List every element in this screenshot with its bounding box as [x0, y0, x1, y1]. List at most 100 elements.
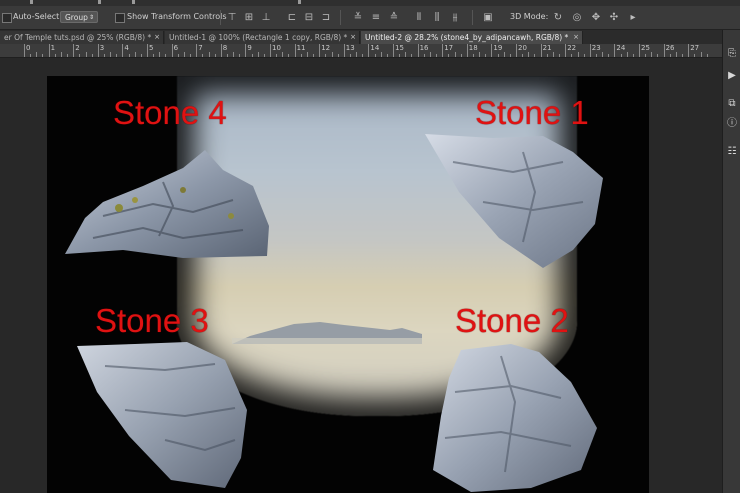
- 3d-mode-label: 3D Mode:: [510, 12, 549, 21]
- ruler-mark: [282, 52, 284, 57]
- stone-3-label: Stone 3: [95, 302, 209, 339]
- ruler-mark: [620, 54, 622, 57]
- ruler-mark: [436, 54, 438, 57]
- ruler-mark: [103, 54, 105, 57]
- stone-2-image[interactable]: [431, 342, 599, 492]
- align-left-icon[interactable]: ⊏: [286, 12, 298, 23]
- ruler-mark: [306, 52, 308, 57]
- ruler-mark: [196, 44, 198, 57]
- distribute-horizontal-center-icon[interactable]: ⫼: [431, 12, 443, 23]
- ruler-mark: [589, 44, 591, 57]
- options-bar: Auto-Select: Group ⇕ Show Transform Cont…: [0, 6, 740, 30]
- ruler-mark: [190, 54, 192, 57]
- ruler-mark: [122, 44, 124, 57]
- close-icon[interactable]: ×: [573, 31, 579, 44]
- ruler-tick-label: 16: [419, 44, 429, 52]
- ruler-mark: [682, 54, 684, 57]
- info-icon[interactable]: ⓘ: [726, 118, 738, 130]
- ruler-mark: [583, 54, 585, 57]
- tab-document[interactable]: Untitled-1 @ 100% (Rectangle 1 copy, RGB…: [165, 31, 360, 44]
- close-icon[interactable]: ×: [350, 31, 356, 44]
- ruler-mark: [448, 54, 450, 57]
- ruler-mark: [220, 44, 222, 57]
- ruler-mark: [288, 54, 290, 57]
- stone-1-image[interactable]: [423, 132, 605, 272]
- 3d-rotate-icon[interactable]: ↻: [552, 12, 564, 23]
- document-tab-bar: er Of Temple tuts.psd @ 25% (RGB/8) * × …: [0, 30, 722, 44]
- show-transform-controls-checkbox[interactable]: [115, 13, 125, 23]
- align-right-icon[interactable]: ⊐: [320, 12, 332, 23]
- ruler-mark: [694, 54, 696, 57]
- ruler-tick-label: 8: [222, 44, 228, 52]
- ruler-mark: [362, 54, 364, 57]
- ruler-mark: [202, 54, 204, 57]
- ruler-mark: [343, 44, 345, 57]
- distribute-left-icon[interactable]: ⫴: [413, 12, 425, 23]
- ruler-mark: [226, 54, 228, 57]
- 3d-drag-icon[interactable]: ✥: [590, 12, 602, 23]
- ruler-mark: [552, 52, 554, 57]
- 3d-scale-icon[interactable]: ▸: [627, 12, 639, 23]
- stone-4-image[interactable]: [63, 146, 271, 258]
- ruler-tick-label: 26: [665, 44, 675, 52]
- align-vertical-center-icon[interactable]: ⊞: [243, 12, 255, 23]
- link-icon[interactable]: ⧉: [726, 98, 738, 110]
- properties-icon[interactable]: ☷: [726, 146, 738, 158]
- ruler-mark: [614, 44, 616, 57]
- ruler-mark: [491, 44, 493, 57]
- ruler-tick-label: 21: [542, 44, 552, 52]
- play-icon[interactable]: ▶: [726, 70, 738, 82]
- tab-document-active[interactable]: Untitled-2 @ 28.2% (stone4_by_adipancawh…: [361, 31, 583, 44]
- 3d-roll-icon[interactable]: ◎: [571, 12, 583, 23]
- ruler-mark: [411, 54, 413, 57]
- adjust-icon[interactable]: ⎘: [726, 48, 738, 60]
- auto-align-layers-icon[interactable]: ▣: [482, 12, 494, 23]
- ruler-mark: [337, 54, 339, 57]
- ruler-tick-label: 3: [99, 44, 105, 52]
- align-horizontal-center-icon[interactable]: ⊟: [303, 12, 315, 23]
- stone-4-label: Stone 4: [113, 94, 227, 131]
- ruler-mark: [73, 44, 75, 57]
- ruler-tick-label: 17: [444, 44, 454, 52]
- ruler-mark: [208, 52, 210, 57]
- ruler-mark: [429, 52, 431, 57]
- auto-select-checkbox[interactable]: [2, 13, 12, 23]
- stone-2-label: Stone 2: [455, 302, 569, 339]
- ruler-mark: [270, 44, 271, 57]
- ruler-mark: [140, 54, 142, 57]
- tab-label: Untitled-1 @ 100% (Rectangle 1 copy, RGB…: [169, 33, 348, 42]
- ruler-mark: [374, 54, 376, 57]
- ruler-mark: [97, 44, 99, 57]
- menu-fragment: [30, 0, 33, 4]
- ruler-tick-label: 20: [518, 44, 527, 52]
- menu-fragment: [298, 0, 301, 4]
- ruler-mark: [522, 54, 524, 57]
- align-top-icon[interactable]: ⊤: [226, 12, 238, 23]
- ruler-mark: [67, 54, 69, 57]
- ruler-mark: [626, 52, 628, 57]
- distribute-top-icon[interactable]: ≚: [352, 12, 364, 23]
- ruler-mark: [54, 54, 56, 57]
- ruler-mark: [36, 52, 38, 57]
- document-canvas[interactable]: Stone 4 Stone 1 Stone 3 Stone 2: [47, 76, 649, 493]
- ruler-mark: [688, 44, 690, 57]
- auto-select-dropdown[interactable]: Group ⇕: [60, 11, 98, 23]
- ruler-mark: [663, 44, 665, 57]
- right-panel-dock: ⎘ ▶ ⧉ ⓘ ☷: [722, 30, 740, 493]
- close-icon[interactable]: ×: [154, 31, 160, 44]
- ruler-mark: [706, 54, 708, 57]
- ruler-mark: [669, 54, 671, 57]
- align-bottom-icon[interactable]: ⊥: [260, 12, 272, 23]
- ruler-mark: [472, 54, 474, 57]
- tab-document[interactable]: er Of Temple tuts.psd @ 25% (RGB/8) * ×: [0, 31, 164, 44]
- distribute-right-icon[interactable]: ⫵: [449, 12, 461, 23]
- ruler-tick-label: 1: [50, 44, 56, 52]
- stone-3-image[interactable]: [75, 340, 249, 490]
- 3d-slide-icon[interactable]: ✣: [608, 12, 620, 23]
- ruler-mark: [528, 52, 530, 57]
- distribute-bottom-icon[interactable]: ≙: [388, 12, 400, 23]
- tab-label: Untitled-2 @ 28.2% (stone4_by_adipancawh…: [365, 33, 569, 42]
- distribute-vertical-center-icon[interactable]: ≡: [370, 12, 382, 23]
- ruler-mark: [559, 54, 561, 57]
- ruler-mark: [516, 44, 517, 57]
